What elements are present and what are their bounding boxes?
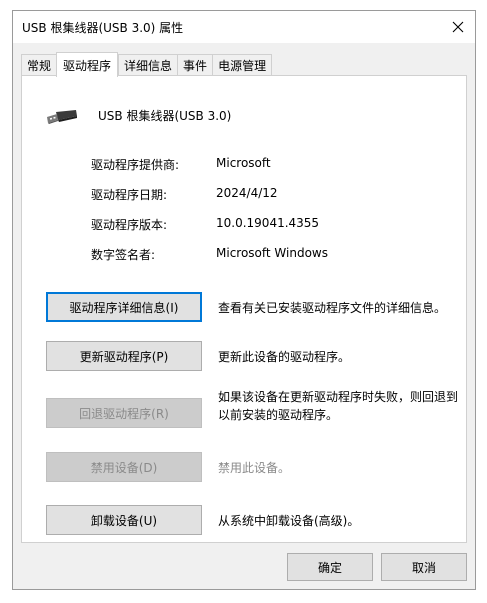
update-driver-button[interactable]: 更新驱动程序(P)	[46, 341, 202, 371]
tab-driver[interactable]: 驱动程序	[56, 52, 119, 77]
close-icon	[452, 21, 464, 33]
driver-details-button[interactable]: 驱动程序详细信息(I)	[46, 292, 202, 322]
device-name: USB 根集线器(USB 3.0)	[98, 109, 232, 123]
provider-label: 驱动程序提供商:	[91, 158, 180, 172]
version-label: 驱动程序版本:	[91, 218, 168, 232]
rollback-driver-desc: 如果该设备在更新驱动程序时失败，则回退到以前安装的驱动程序。	[218, 390, 459, 422]
uninstall-device-desc: 从系统中卸载设备(高级)。	[218, 514, 360, 528]
ok-button[interactable]: 确定	[287, 553, 373, 581]
tab-events[interactable]: 事件	[177, 54, 213, 76]
provider-value: Microsoft	[216, 156, 271, 170]
version-value: 10.0.19041.4355	[216, 216, 320, 230]
signer-value: Microsoft Windows	[216, 246, 328, 260]
usb-plug-icon	[47, 110, 77, 124]
signer-label: 数字签名者:	[91, 248, 156, 262]
window-title: USB 根集线器(USB 3.0) 属性	[22, 21, 184, 35]
tab-strip: 常规 驱动程序 详细信息 事件 电源管理	[21, 52, 273, 77]
title-bar: USB 根集线器(USB 3.0) 属性	[13, 11, 475, 43]
date-label: 驱动程序日期:	[91, 188, 168, 202]
properties-dialog: USB 根集线器(USB 3.0) 属性 常规 驱动程序 详细信息 事件 电源管…	[12, 10, 476, 590]
cancel-button[interactable]: 取消	[381, 553, 467, 581]
tab-power-management[interactable]: 电源管理	[212, 54, 273, 76]
disable-device-desc: 禁用此设备。	[218, 461, 291, 475]
tab-details[interactable]: 详细信息	[118, 54, 178, 76]
disable-device-button[interactable]: 禁用设备(D)	[46, 452, 202, 482]
uninstall-device-button[interactable]: 卸载设备(U)	[46, 505, 202, 535]
date-value: 2024/4/12	[216, 186, 278, 200]
rollback-driver-button[interactable]: 回退驱动程序(R)	[46, 398, 202, 428]
driver-details-desc: 查看有关已安装驱动程序文件的详细信息。	[218, 301, 447, 315]
driver-panel: USB 根集线器(USB 3.0) 驱动程序提供商: Microsoft 驱动程…	[21, 75, 467, 543]
close-button[interactable]	[445, 15, 471, 39]
update-driver-desc: 更新此设备的驱动程序。	[218, 350, 351, 364]
tab-general[interactable]: 常规	[21, 54, 57, 76]
